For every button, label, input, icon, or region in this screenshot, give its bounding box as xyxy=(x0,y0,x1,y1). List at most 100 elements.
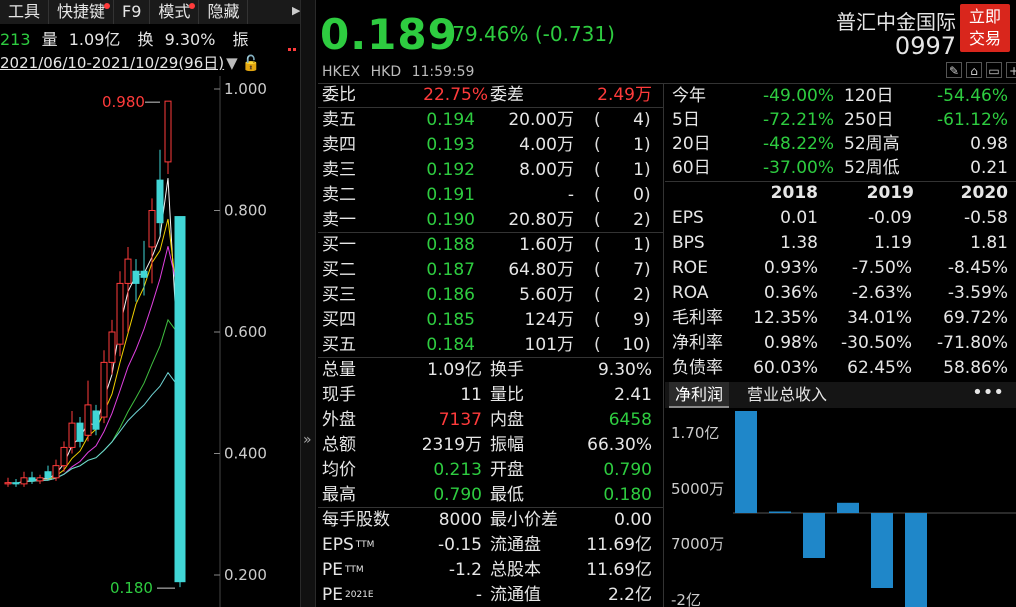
expand-arrow-icon[interactable]: » xyxy=(303,432,312,448)
perf-label: 今年 xyxy=(672,86,706,106)
home-icon[interactable]: ⌂ xyxy=(966,62,982,78)
ask-level-label: 卖三 xyxy=(322,160,356,180)
stat2-label-main: 每手股数 xyxy=(322,510,390,530)
bid-level-label: 买一 xyxy=(322,235,356,255)
fin-label: 毛利率 xyxy=(672,308,723,328)
candle-body xyxy=(4,482,12,485)
bid-level-label: 买四 xyxy=(322,310,356,330)
row-separator xyxy=(318,232,663,233)
fin-row: 净利率 0.98% -30.50% -71.80% xyxy=(672,331,1010,355)
fin-value: 0.01 xyxy=(780,208,818,228)
paren-close: ) xyxy=(644,285,651,305)
ask-level-label: 卖一 xyxy=(322,210,356,230)
ask-count: 4 xyxy=(633,110,644,130)
fin-value: 0.98% xyxy=(763,333,818,353)
ask-row: 卖五 0.194 20.00万 (4) xyxy=(322,108,658,132)
fin-row: ROA 0.36% -2.63% -3.59% xyxy=(672,281,1010,305)
fin-value: -7.50% xyxy=(851,258,912,278)
paren-open: ( xyxy=(594,135,601,155)
notification-dot-icon xyxy=(189,3,196,9)
fin-label: ROE xyxy=(672,258,708,278)
perf-label: 250日 xyxy=(844,110,894,130)
perf-label: 52周高 xyxy=(844,134,900,154)
perf-row: 今年 -49.00% 120日 -54.46% xyxy=(672,84,1010,108)
fin-year-header: 2018 2019 2020 xyxy=(672,181,1010,205)
candle-body xyxy=(148,210,156,248)
stat2-value: 11.69亿 xyxy=(586,560,652,580)
last-price: 0.189 xyxy=(320,10,458,59)
stat2-row: 每手股数 8000 最小价差 0.00 xyxy=(322,508,658,532)
y-tick-label: 0.200 xyxy=(224,566,267,584)
ask-count: 2 xyxy=(633,210,644,230)
stat2-label: 总股本 xyxy=(490,560,541,580)
trade-now-button[interactable]: 立即 交易 xyxy=(960,4,1010,52)
amplitude-label: 振 xyxy=(232,30,249,49)
bid-count: 9 xyxy=(633,310,644,330)
net-profit-bar xyxy=(837,502,859,513)
ask-count: 1 xyxy=(633,135,644,155)
stat2-value: 2.2亿 xyxy=(607,585,652,605)
menu-item-3[interactable]: 模式 xyxy=(150,0,200,24)
financial-tabs: 净利润 营业总收入 ••• xyxy=(665,382,1016,408)
tab-revenue[interactable]: 营业总收入 xyxy=(747,382,827,408)
order-diff-value: 2.49万 xyxy=(597,85,652,105)
price-change: -79.46% (-0.731) xyxy=(445,22,615,46)
row-separator xyxy=(318,507,663,508)
fin-value: 62.45% xyxy=(847,358,912,378)
menu-item-2[interactable]: F9 xyxy=(114,0,151,24)
tab-net-profit[interactable]: 净利润 xyxy=(669,382,730,408)
market-code: HKEX xyxy=(322,64,361,80)
dropdown-triangle-icon[interactable]: ▼ xyxy=(226,54,238,72)
menu-scroll-right-icon[interactable]: ▶ xyxy=(292,4,300,18)
paren-close: ) xyxy=(644,310,651,330)
net-profit-bar xyxy=(803,513,825,558)
candlestick-chart: 1.000 0.800 0.600 0.400 0.200 0.980 0.180 xyxy=(4,76,267,607)
paren-open: ( xyxy=(594,335,601,355)
fin-value: -30.50% xyxy=(841,333,912,353)
bid-price: 0.185 xyxy=(426,310,475,330)
net-profit-bar xyxy=(735,411,757,513)
row-separator xyxy=(318,357,663,358)
menu-item-4[interactable]: 隐藏 xyxy=(199,0,249,24)
bid-row: 买四 0.185 124万 (9) xyxy=(322,308,658,332)
candle-body xyxy=(124,258,132,284)
perf-row: 20日 -48.22% 52周高 0.98 xyxy=(672,132,1010,156)
bid-volume: 64.80万 xyxy=(508,260,574,280)
candle-body xyxy=(132,270,140,284)
bar-y-label: 5000万 xyxy=(671,480,724,498)
perf-value: 0.21 xyxy=(970,158,1008,178)
bid-count: 2 xyxy=(633,285,644,305)
fin-label: ROA xyxy=(672,283,709,303)
net-profit-bar xyxy=(905,513,927,607)
ask-volume: 20.00万 xyxy=(508,110,574,130)
lock-icon[interactable]: 🔓 xyxy=(242,54,261,72)
ask-count: 0 xyxy=(633,185,644,205)
stat2-label: 最小价差 xyxy=(490,510,558,530)
fin-value: -71.80% xyxy=(937,333,1008,353)
perf-row: 60日 -37.00% 52周低 0.21 xyxy=(672,156,1010,180)
net-profit-bar-chart: 1.70亿 5000万 7000万 -2亿 xyxy=(671,411,1016,607)
menu-item-1[interactable]: 快捷键 xyxy=(49,0,115,24)
candle-body xyxy=(60,446,68,467)
date-range-selector[interactable]: 2021/06/10-2021/10/29(96日) ▼ 🔓 xyxy=(0,52,300,74)
bid-price: 0.186 xyxy=(426,285,475,305)
stock-name: 普汇中金国际 xyxy=(836,10,956,34)
menu-item-0[interactable]: 工具 xyxy=(0,0,50,24)
more-options-icon[interactable]: ••• xyxy=(972,382,1004,408)
stat2-row: PE TTM -1.2 总股本 11.69亿 xyxy=(322,558,658,582)
panel-divider[interactable]: » xyxy=(300,0,316,607)
bid-row: 买一 0.188 1.60万 (1) xyxy=(322,233,658,257)
stat-row: 外盘 7137 内盘 6458 xyxy=(322,408,658,432)
fin-value: 0.93% xyxy=(763,258,818,278)
fin-value: 69.72% xyxy=(943,308,1008,328)
add-icon[interactable]: + xyxy=(1006,62,1016,78)
date-range-text[interactable]: 2021/06/10-2021/10/29(96日) xyxy=(0,54,224,72)
price-fragment: 213 xyxy=(0,30,31,49)
fin-value: 34.01% xyxy=(847,308,912,328)
bid-count: 7 xyxy=(633,260,644,280)
ask-level-label: 卖四 xyxy=(322,135,356,155)
window-icon[interactable]: ▭ xyxy=(986,62,1002,78)
candle-body xyxy=(76,422,84,442)
edit-icon[interactable]: ✎ xyxy=(946,62,962,78)
candle-body xyxy=(92,410,100,430)
